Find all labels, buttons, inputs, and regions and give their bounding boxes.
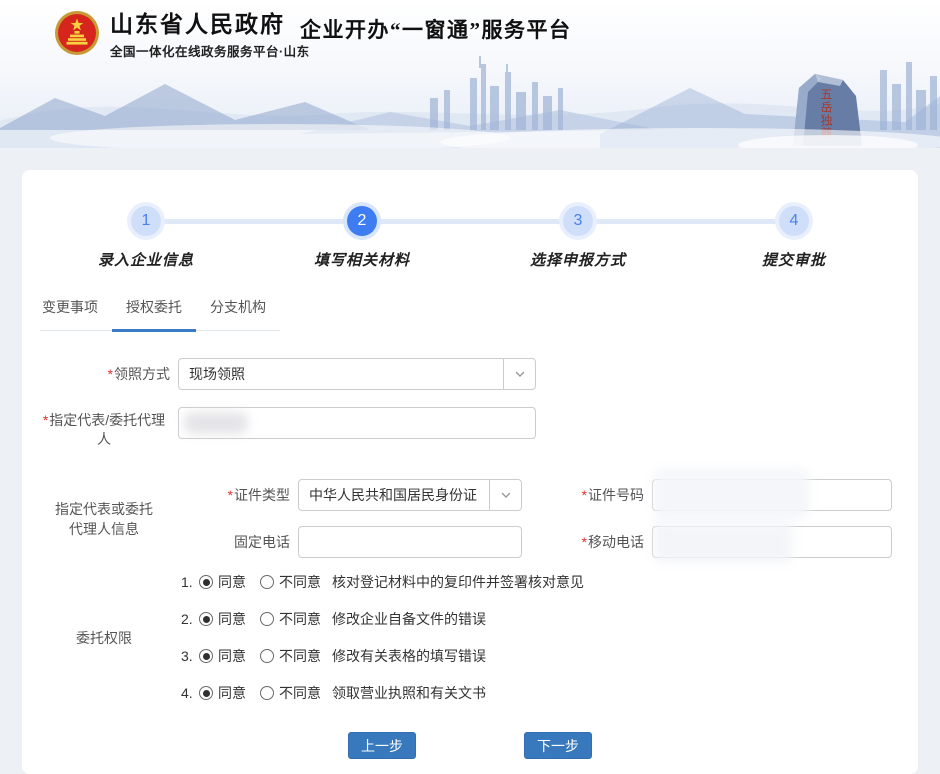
site-brand: 山东省人民政府 全国一体化在线政务服务平台·山东: [54, 10, 310, 60]
tab-change-items[interactable]: 变更事项: [40, 297, 112, 330]
required-mark: *: [43, 412, 48, 428]
radio-agree-3[interactable]: [199, 649, 213, 663]
step-4-circle: 4: [779, 206, 809, 236]
step-4: 4 提交审批: [686, 206, 902, 270]
required-mark: *: [582, 534, 587, 550]
step-1-circle: 1: [131, 206, 161, 236]
authority-desc: 修改有关表格的填写错误: [332, 646, 486, 666]
authority-row-3: 3. 同意 不同意 修改有关表格的填写错误: [181, 648, 584, 664]
step-2-circle: 2: [347, 206, 377, 236]
page-header: 五岳独尊 山东省人民政府 全国一体化在线政务服务平台·山东 企业开办“一窗通”服…: [0, 0, 940, 148]
required-mark: *: [228, 487, 233, 503]
agent-name-input[interactable]: [178, 407, 536, 439]
license-method-select[interactable]: 现场领照: [178, 358, 536, 390]
form-footer: 上一步 下一步: [38, 732, 902, 759]
step-2-label: 填写相关材料: [314, 249, 410, 270]
authority-group-label: 委托权限: [38, 628, 170, 648]
authorization-form: *领照方式 现场领照 *指定代表/委托代理 人 指定: [38, 358, 902, 759]
authority-row-4: 4. 同意 不同意 领取营业执照和有关文书: [181, 685, 584, 701]
authority-row-number: 1.: [181, 574, 197, 590]
required-mark: *: [582, 487, 587, 503]
agree-label: 同意: [218, 683, 246, 703]
radio-disagree-3[interactable]: [260, 649, 274, 663]
agree-label: 同意: [218, 572, 246, 592]
fixed-phone-label: 固定电话: [170, 526, 298, 558]
cert-number-field-wrap: [652, 479, 892, 511]
radio-disagree-1[interactable]: [260, 575, 274, 589]
step-1: 1 录入企业信息: [38, 206, 254, 270]
gov-subtitle: 全国一体化在线政务服务平台·山东: [110, 41, 310, 60]
tab-authorization[interactable]: 授权委托: [112, 297, 196, 332]
cert-type-label: *证件类型: [170, 479, 298, 511]
authority-row-1: 1. 同意 不同意 核对登记材料中的复印件并签署核对意见: [181, 574, 584, 590]
chevron-down-icon: [503, 359, 535, 389]
authority-row-number: 4.: [181, 685, 197, 701]
authority-section: 委托权限 1. 同意 不同意 核对登记材料中的复印件并签署核对意见 2. 同意 …: [38, 574, 902, 701]
agent-name-label: *指定代表/委托代理 人: [38, 407, 170, 449]
authority-row-number: 3.: [181, 648, 197, 664]
authority-row-number: 2.: [181, 611, 197, 627]
step-3-circle: 3: [563, 206, 593, 236]
step-4-label: 提交审批: [762, 249, 826, 270]
agree-label: 同意: [218, 609, 246, 629]
cert-type-select[interactable]: 中华人民共和国居民身份证: [298, 479, 522, 511]
disagree-label: 不同意: [279, 609, 321, 629]
disagree-label: 不同意: [279, 646, 321, 666]
mobile-phone-label: *移动电话: [522, 526, 652, 558]
national-emblem-icon: [54, 10, 100, 56]
required-mark: *: [108, 366, 113, 382]
license-method-value: 现场领照: [179, 364, 503, 384]
material-tabs: 变更事项 授权委托 分支机构: [40, 297, 280, 331]
disagree-label: 不同意: [279, 683, 321, 703]
disagree-label: 不同意: [279, 572, 321, 592]
tab-branches[interactable]: 分支机构: [196, 297, 280, 330]
step-indicator: 1 录入企业信息 2 填写相关材料 3 选择申报方式 4 提交审批: [38, 206, 902, 270]
agent-info-section: 指定代表或委托 代理人信息 *证件类型 中华人民共和国居民身份证 *证件号码: [38, 479, 902, 558]
cert-type-value: 中华人民共和国居民身份证: [299, 485, 489, 505]
gov-name: 山东省人民政府: [110, 10, 310, 38]
cert-number-label: *证件号码: [522, 479, 652, 511]
next-step-button[interactable]: 下一步: [524, 732, 592, 759]
step-1-label: 录入企业信息: [98, 249, 194, 270]
step-2: 2 填写相关材料: [254, 206, 470, 270]
agent-name-field-wrap: [178, 407, 536, 449]
agree-label: 同意: [218, 646, 246, 666]
license-method-label: *领照方式: [38, 358, 170, 390]
agent-info-group-label: 指定代表或委托 代理人信息: [38, 499, 170, 539]
radio-disagree-4[interactable]: [260, 686, 274, 700]
platform-title: 企业开办“一窗通”服务平台: [300, 14, 572, 44]
mobile-phone-field-wrap: [652, 526, 892, 558]
radio-disagree-2[interactable]: [260, 612, 274, 626]
mobile-phone-input[interactable]: [652, 526, 892, 558]
radio-agree-4[interactable]: [199, 686, 213, 700]
authority-desc: 修改企业自备文件的错误: [332, 609, 486, 629]
step-3: 3 选择申报方式: [470, 206, 686, 270]
radio-agree-1[interactable]: [199, 575, 213, 589]
main-panel: 1 录入企业信息 2 填写相关材料 3 选择申报方式 4 提交审批 变更事项 授…: [22, 170, 918, 774]
cert-number-input[interactable]: [652, 479, 892, 511]
authority-desc: 领取营业执照和有关文书: [332, 683, 486, 703]
authority-desc: 核对登记材料中的复印件并签署核对意见: [332, 572, 584, 592]
step-3-label: 选择申报方式: [530, 249, 626, 270]
chevron-down-icon: [489, 480, 521, 510]
radio-agree-2[interactable]: [199, 612, 213, 626]
fixed-phone-input[interactable]: [298, 526, 522, 558]
prev-step-button[interactable]: 上一步: [348, 732, 416, 759]
authority-row-2: 2. 同意 不同意 修改企业自备文件的错误: [181, 611, 584, 627]
